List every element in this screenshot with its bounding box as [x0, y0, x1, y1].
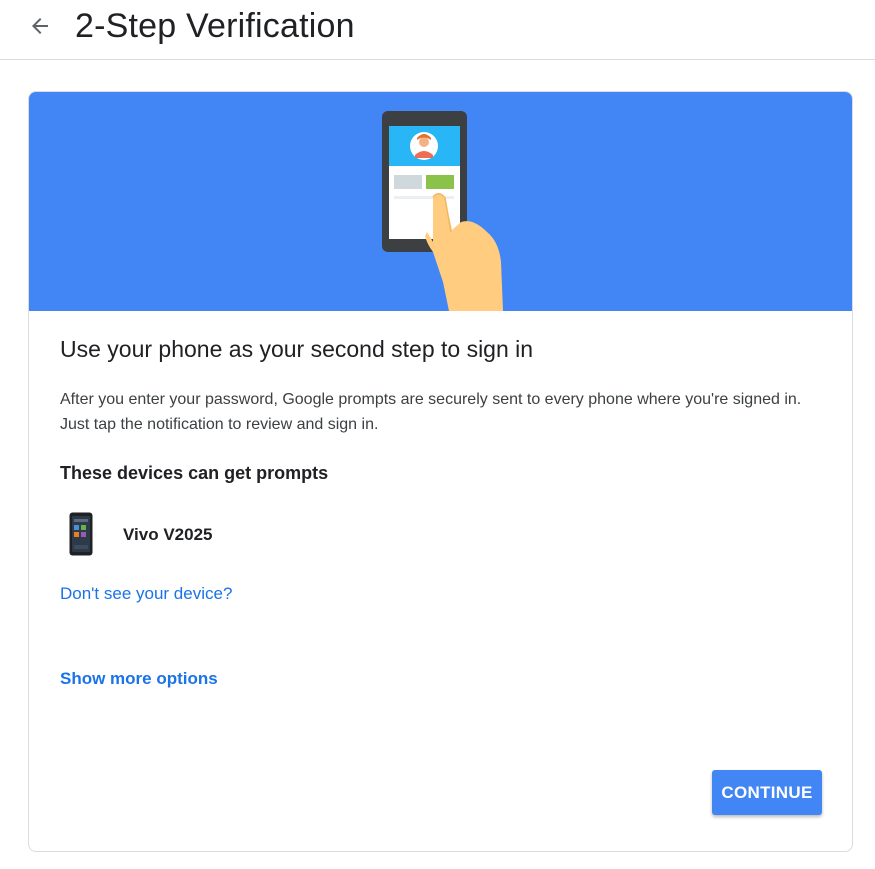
hero-banner	[29, 92, 852, 311]
device-row: Vivo V2025	[60, 510, 460, 560]
phone-tap-prompt-illustration	[382, 111, 503, 311]
card-description: After you enter your password, Google pr…	[60, 391, 802, 433]
show-more-options-link[interactable]: Show more options	[60, 668, 218, 690]
card-title: Use your phone as your second step to si…	[60, 336, 534, 362]
back-button[interactable]	[24, 10, 56, 42]
device-name: Vivo V2025	[123, 525, 213, 544]
smartphone-icon	[69, 512, 93, 556]
arrow-left-icon	[32, 18, 48, 34]
devices-heading: These devices can get prompts	[60, 463, 329, 483]
page-title: 2-Step Verification	[75, 7, 355, 45]
dont-see-device-link[interactable]: Don't see your device?	[60, 583, 232, 605]
top-bar: 2-Step Verification	[0, 0, 875, 60]
continue-button[interactable]: CONTINUE	[712, 770, 822, 815]
verification-card: Use your phone as your second step to si…	[28, 91, 853, 852]
